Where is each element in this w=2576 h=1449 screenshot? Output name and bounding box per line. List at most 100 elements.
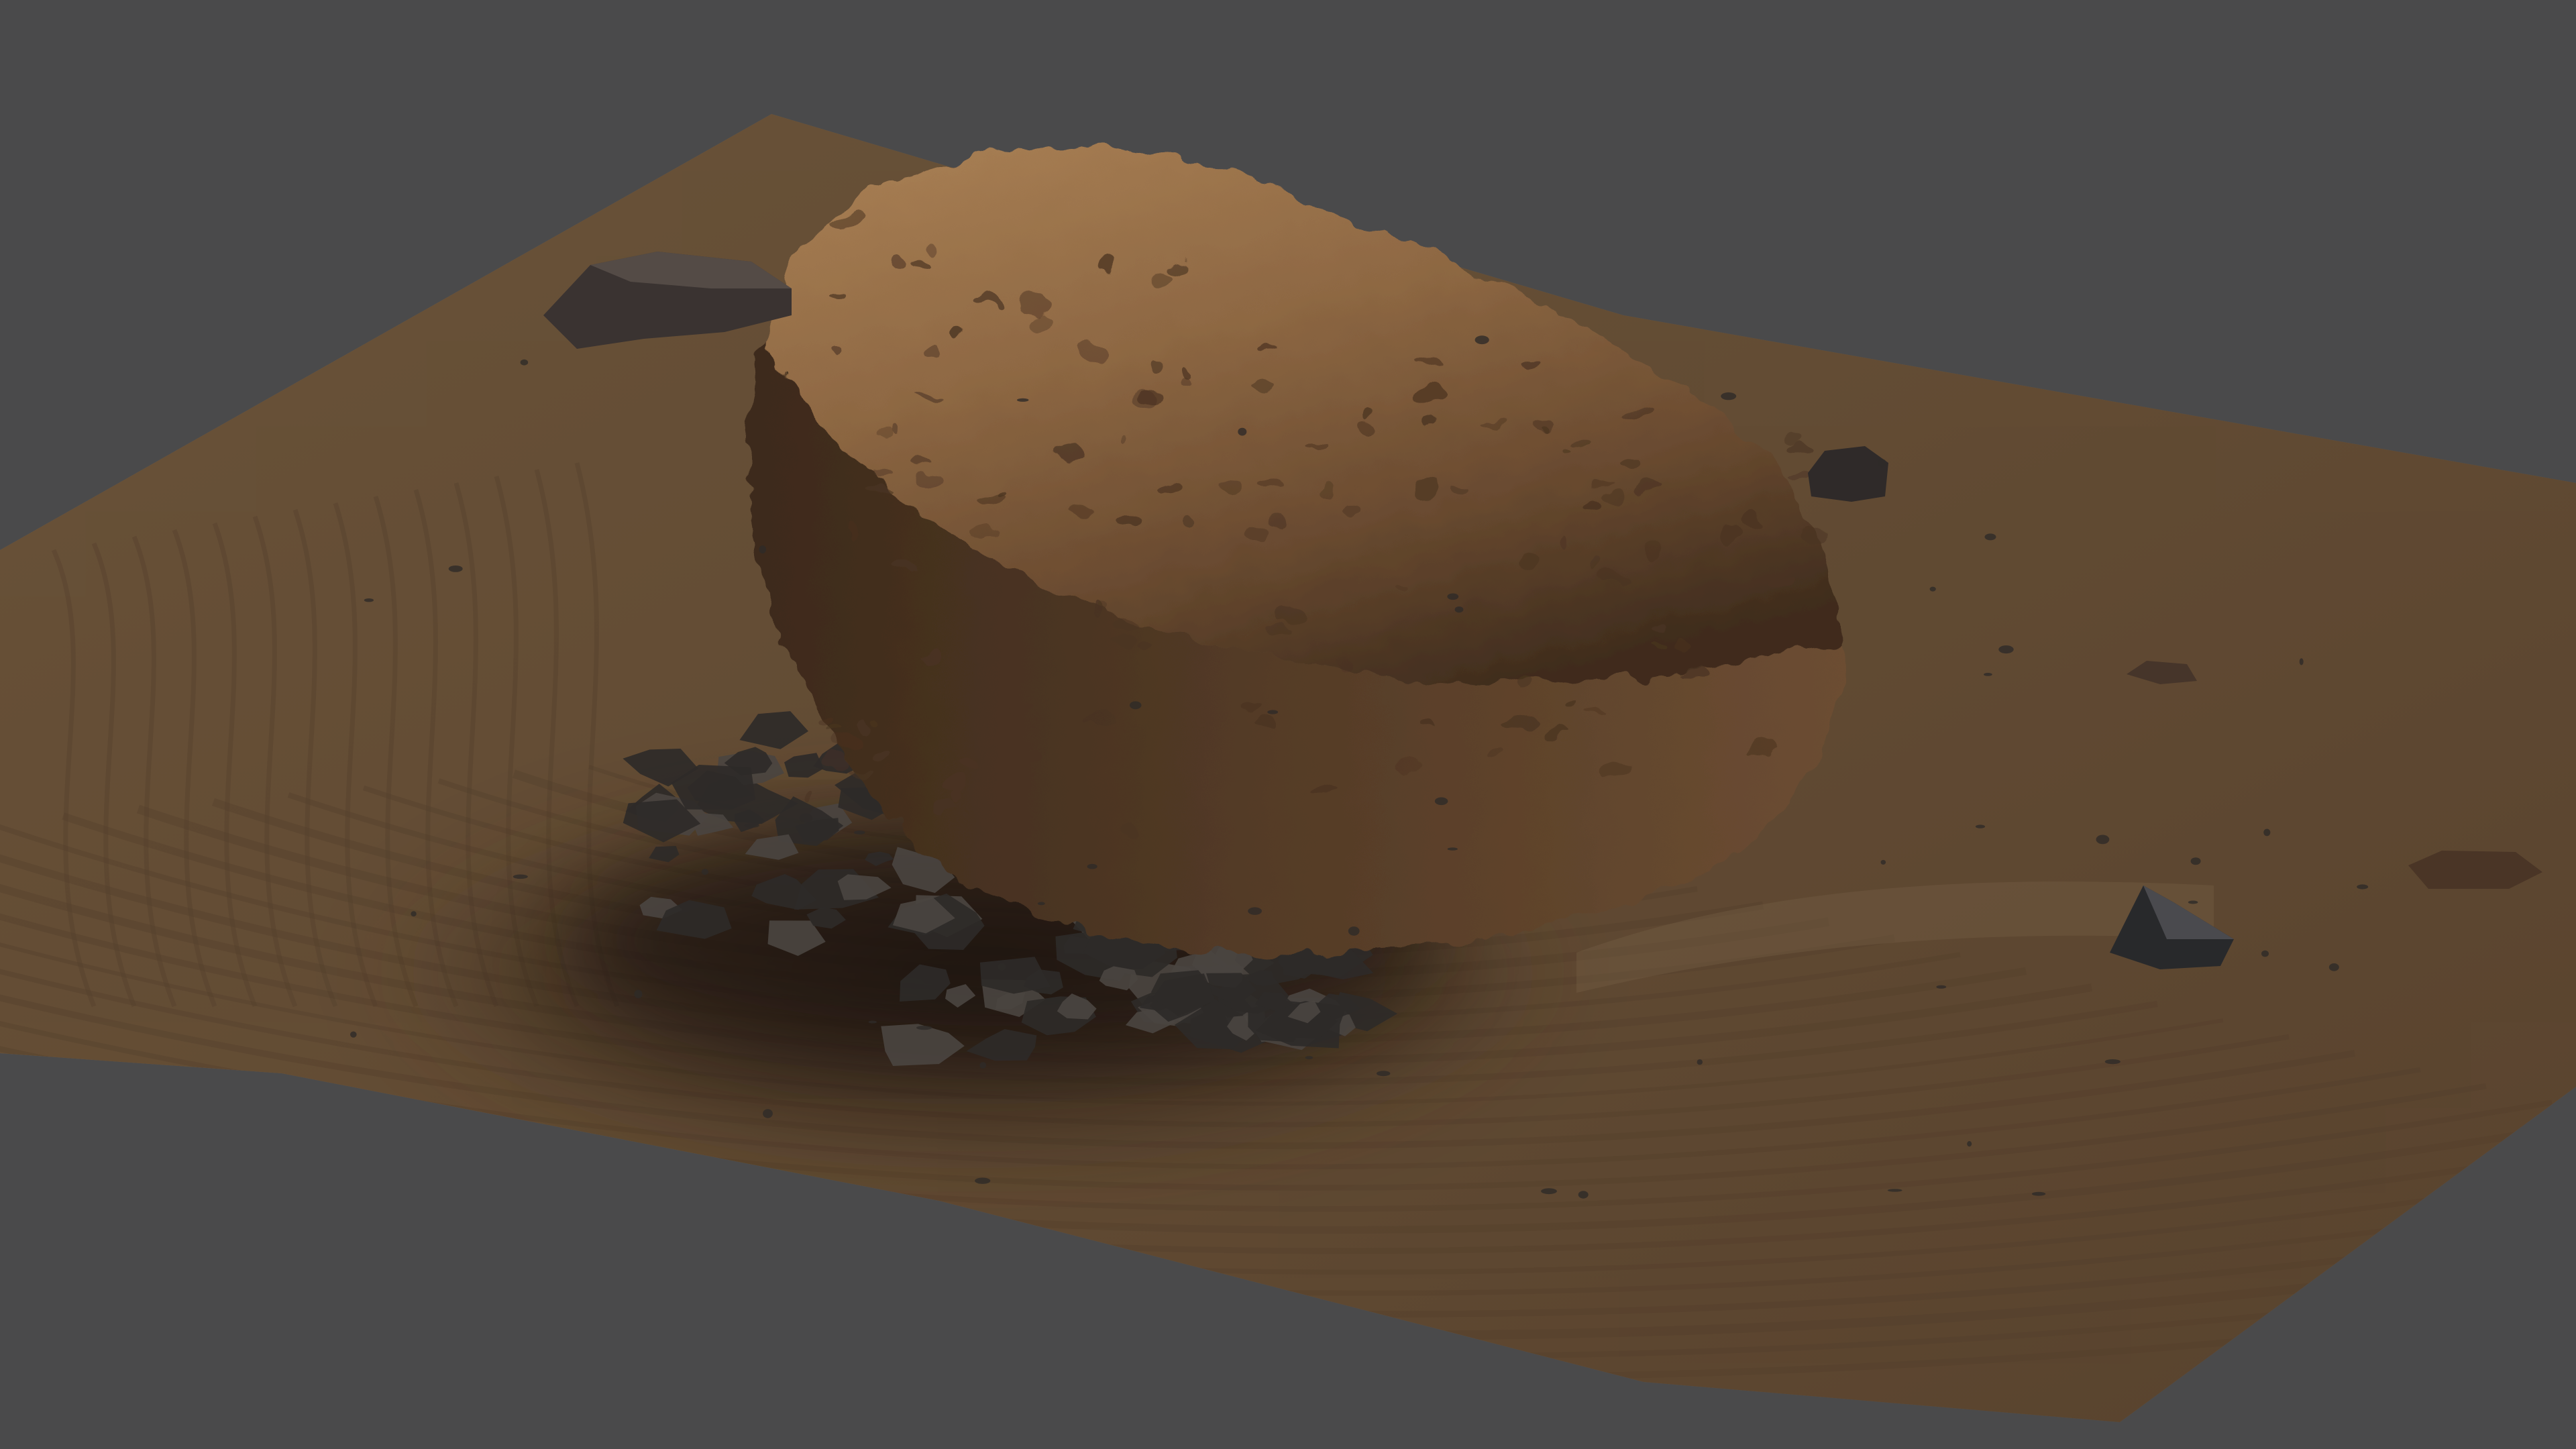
boulder-pit [1120, 825, 1138, 843]
boulder-pit [1267, 624, 1298, 637]
boulder-pit [1184, 515, 1194, 531]
boulder-pit [926, 347, 943, 359]
boulder-pit [824, 289, 849, 297]
boulder-pit [1165, 259, 1187, 271]
pebble [975, 1177, 991, 1184]
boulder-pit [1413, 358, 1442, 366]
boulder-pit [1562, 625, 1585, 634]
pebble [1447, 847, 1458, 851]
pebble [1377, 1071, 1391, 1077]
boulder-pit [1423, 727, 1442, 735]
pebble [1037, 902, 1045, 906]
pebble [411, 911, 417, 917]
boulder-pit [1591, 553, 1601, 568]
boulder-pit [1087, 602, 1099, 617]
pebble [2104, 1059, 2121, 1065]
pebble [701, 869, 709, 875]
pebble [2299, 658, 2304, 665]
boulder-pit [1590, 496, 1604, 508]
pebble [744, 823, 759, 828]
boulder-pit [824, 728, 843, 735]
boulder-pit [1544, 731, 1566, 739]
boulder-pit [1502, 716, 1532, 731]
pebble [1129, 701, 1142, 710]
pebble [1434, 797, 1448, 806]
boulder-pit [1016, 293, 1048, 312]
boulder-pit [1322, 483, 1337, 496]
pebble [1998, 645, 2014, 654]
boulder-pit [954, 758, 977, 769]
pebble [1454, 606, 1464, 613]
boulder-pit [1417, 387, 1446, 403]
boulder-pit [1339, 658, 1354, 672]
boulder-pit [835, 343, 848, 354]
boulder-pit [1246, 699, 1263, 707]
boulder-pit [1414, 478, 1438, 496]
render-viewport [0, 0, 2576, 1449]
boulder-pit [1254, 347, 1278, 354]
boulder-pit [1561, 451, 1573, 458]
boulder-pit [928, 244, 941, 258]
pebble [1267, 710, 1279, 714]
boulder-pit [1155, 485, 1183, 495]
boulder-pit [1071, 504, 1089, 519]
boulder-pit [1591, 479, 1609, 487]
pebble [2031, 1191, 2046, 1196]
pebble [998, 963, 1006, 971]
pebble [1305, 1056, 1313, 1059]
boulder-pit [1224, 478, 1240, 495]
boulder-pit [1648, 545, 1665, 562]
pebble [2188, 900, 2198, 904]
boulder-pit [1651, 647, 1668, 653]
boulder-pit [1599, 572, 1629, 586]
pebble [1578, 1191, 1589, 1199]
boulder-pit [1152, 356, 1161, 375]
boulder-pit [1120, 430, 1130, 442]
pebble [799, 813, 813, 823]
boulder-pit [917, 392, 938, 398]
pebble [1474, 335, 1489, 345]
boulder-pit [859, 717, 872, 737]
pebble [1248, 907, 1262, 915]
boulder-pit [1795, 525, 1825, 541]
boulder-pit [969, 527, 998, 537]
pebble [763, 1109, 773, 1118]
boulder-pit [850, 769, 879, 778]
pebble [854, 830, 865, 835]
pebble [1984, 533, 1996, 541]
pebble [979, 1062, 987, 1069]
boulder-pit [1572, 441, 1597, 449]
pebble [759, 545, 766, 554]
boulder-pit [873, 748, 890, 759]
pebble [1016, 398, 1029, 402]
boulder-pit [890, 254, 908, 273]
pebble [2190, 857, 2201, 865]
pebble [1880, 859, 1886, 865]
boulder-pit [1786, 445, 1814, 456]
boulder-pit [1073, 339, 1106, 358]
boulder-pit [1518, 360, 1540, 370]
pebble [1936, 985, 1947, 989]
boulder-pit [1765, 574, 1794, 587]
pebble [634, 989, 643, 999]
boulder-pit [1487, 751, 1502, 759]
boulder-pit [1511, 553, 1542, 570]
boulder-pit [1084, 712, 1116, 723]
boulder-pit [1135, 395, 1166, 406]
boulder-pit [890, 425, 900, 437]
boulder-pit [1515, 678, 1532, 691]
boulder-pit [1560, 536, 1569, 553]
pebble [1087, 863, 1097, 869]
pebble [1447, 593, 1459, 600]
boulder-pit [1024, 712, 1034, 730]
boulder-pit [1058, 444, 1085, 462]
boulder-pit [1589, 711, 1607, 718]
boulder-pit [953, 789, 966, 806]
boulder-pit [911, 264, 928, 272]
large-boulder [749, 146, 1842, 957]
boulder-pit [1110, 636, 1132, 651]
boulder-pit [1656, 629, 1666, 637]
boulder-pit [1342, 502, 1358, 512]
boulder-pit [1243, 528, 1263, 544]
boulder-pit [890, 559, 920, 567]
